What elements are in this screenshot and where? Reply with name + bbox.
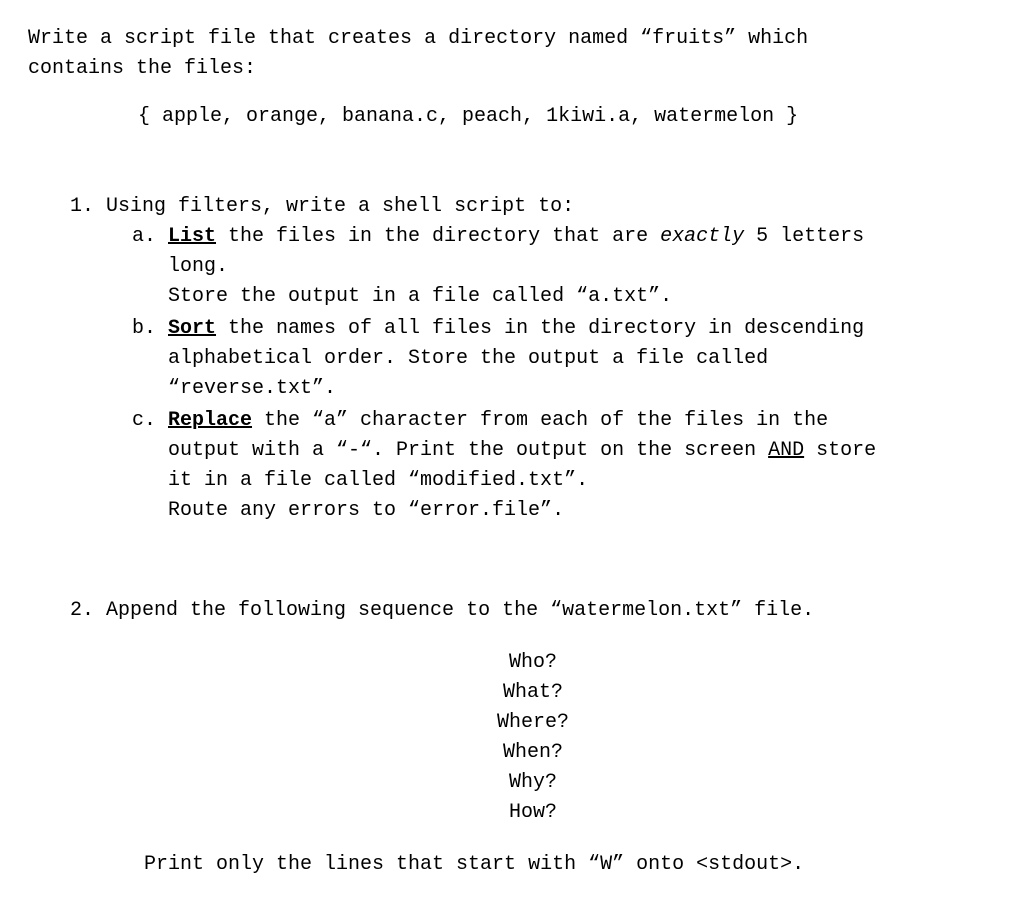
seq-line: Why? bbox=[70, 768, 996, 798]
intro-paragraph: Write a script file that creates a direc… bbox=[28, 24, 996, 84]
question-1: 1. Using filters, write a shell script t… bbox=[28, 192, 996, 526]
q1-a-cont1: long. bbox=[132, 252, 948, 282]
q1-a-rest1: the files in the directory that are bbox=[216, 225, 660, 248]
q1-b-cont1: alphabetical order. Store the output a f… bbox=[132, 344, 948, 374]
q1-a-verb: List bbox=[168, 225, 216, 248]
q2-sequence: Who? What? Where? When? Why? How? bbox=[70, 648, 996, 828]
q1-b-marker: b. bbox=[132, 314, 168, 344]
q1-c-rest1: the “a” character from each of the files… bbox=[252, 409, 828, 432]
q1-b-rest1: the names of all files in the directory … bbox=[216, 317, 864, 340]
q1-a-exactly: exactly bbox=[660, 225, 744, 248]
q1-b-cont2: “reverse.txt”. bbox=[132, 374, 948, 404]
intro-line-1: Write a script file that creates a direc… bbox=[28, 24, 996, 54]
q1-c-cont1a: output with a “-“. Print the output on t… bbox=[168, 439, 768, 462]
file-set: { apple, orange, banana.c, peach, 1kiwi.… bbox=[28, 102, 996, 132]
q1-a-rest1b: 5 letters bbox=[744, 225, 864, 248]
q1-a: a. List the files in the directory that … bbox=[132, 222, 996, 312]
seq-line: Who? bbox=[70, 648, 996, 678]
q1-a-body: List the files in the directory that are… bbox=[168, 222, 948, 252]
seq-line: When? bbox=[70, 738, 996, 768]
seq-line: How? bbox=[70, 798, 996, 828]
q1-c: c. Replace the “a” character from each o… bbox=[132, 406, 996, 526]
q1-c-body: Replace the “a” character from each of t… bbox=[168, 406, 948, 436]
q1-c-verb: Replace bbox=[168, 409, 252, 432]
question-2: 2. Append the following sequence to the … bbox=[28, 596, 996, 880]
q1-c-cont1: output with a “-“. Print the output on t… bbox=[132, 436, 948, 466]
q1-c-marker: c. bbox=[132, 406, 168, 436]
q1-b-verb: Sort bbox=[168, 317, 216, 340]
intro-line-2: contains the files: bbox=[28, 54, 996, 84]
q1-b-body: Sort the names of all files in the direc… bbox=[168, 314, 948, 344]
q1-b: b. Sort the names of all files in the di… bbox=[132, 314, 996, 404]
q1-c-cont2: it in a file called “modified.txt”. bbox=[132, 466, 948, 496]
q1-sublist: a. List the files in the directory that … bbox=[70, 222, 996, 526]
q1-c-cont1b: store bbox=[804, 439, 876, 462]
q2-outro: Print only the lines that start with “W”… bbox=[70, 850, 996, 880]
seq-line: What? bbox=[70, 678, 996, 708]
q1-c-and: AND bbox=[768, 439, 804, 462]
q1-c-cont3: Route any errors to “error.file”. bbox=[132, 496, 948, 526]
q1-a-marker: a. bbox=[132, 222, 168, 252]
seq-line: Where? bbox=[70, 708, 996, 738]
q1-lead: 1. Using filters, write a shell script t… bbox=[70, 192, 996, 222]
q2-lead: 2. Append the following sequence to the … bbox=[70, 596, 996, 626]
q1-a-cont2: Store the output in a file called “a.txt… bbox=[132, 282, 948, 312]
